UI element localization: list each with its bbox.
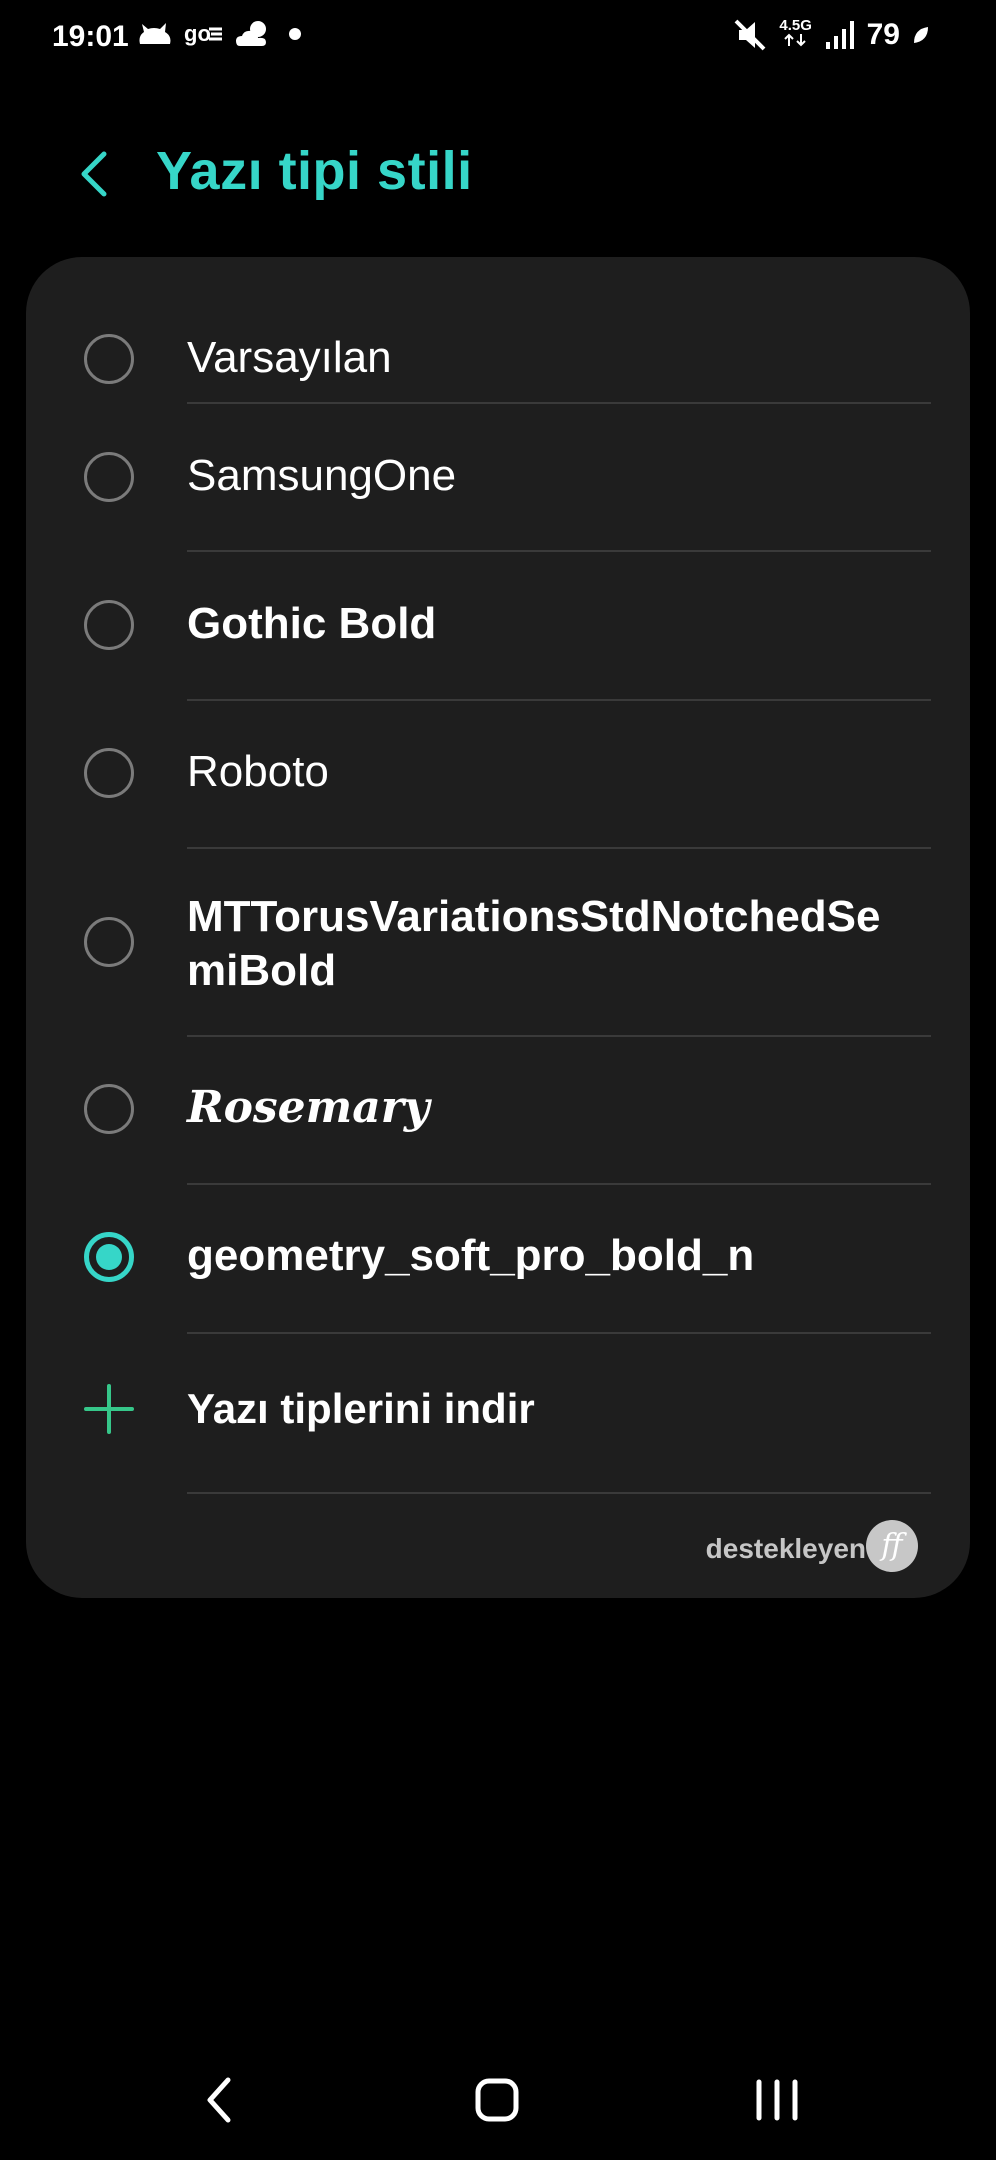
status-right-icons: 4.5G 79	[733, 18, 930, 52]
nav-back-button[interactable]	[180, 2060, 260, 2140]
plus-icon	[84, 1384, 134, 1434]
nav-back-icon	[207, 2077, 231, 2123]
font-label: Gothic Bold	[187, 599, 437, 648]
network-indicator: 4.5G	[779, 16, 813, 52]
page-title: Yazı tipi stili	[156, 141, 473, 201]
list-item-font-gothic-bold[interactable]: Gothic Bold	[26, 553, 970, 699]
font-label: Varsayılan	[187, 333, 392, 382]
nav-recents-icon	[756, 2079, 798, 2121]
status-bar: 19:01 go 4.5G 79	[0, 0, 996, 78]
radio-button[interactable]	[84, 748, 134, 798]
divider	[187, 550, 931, 552]
weather-icon	[236, 21, 266, 46]
status-left-icons: go	[136, 18, 306, 50]
list-item-font-mttorus[interactable]: MTTorusVariationsStdNotchedSe miBold	[26, 849, 970, 1035]
list-item-font-samsungone[interactable]: SamsungOne	[26, 405, 970, 551]
ff-logo[interactable]: ff	[866, 1520, 918, 1572]
font-label: geometry_soft_pro_bold_n	[187, 1231, 755, 1280]
radio-button[interactable]	[84, 917, 134, 967]
radio-button-selected[interactable]	[84, 1232, 134, 1282]
svg-text:go: go	[184, 21, 211, 46]
list-item-font-geometry-soft-pro[interactable]: geometry_soft_pro_bold_n	[26, 1185, 970, 1331]
chevron-left-icon	[81, 151, 107, 197]
download-fonts-label: Yazı tiplerini indir	[187, 1385, 535, 1432]
battery-level: 79	[866, 18, 900, 51]
nav-home-icon	[475, 2078, 519, 2122]
download-fonts-item[interactable]: Yazı tiplerini indir	[26, 1334, 970, 1492]
divider	[187, 402, 931, 404]
nav-recents-button[interactable]	[737, 2060, 817, 2140]
list-item-font-rosemary[interactable]: Rosemary	[26, 1037, 970, 1183]
divider	[187, 1492, 931, 1494]
mute-icon	[734, 19, 766, 51]
cat-icon	[139, 23, 171, 44]
radio-button[interactable]	[84, 600, 134, 650]
back-button[interactable]	[70, 146, 126, 202]
font-style-list: Varsayılan SamsungOne Gothic Bold Roboto…	[26, 257, 970, 1598]
radio-button[interactable]	[84, 452, 134, 502]
app-header: Yazı tipi stili	[0, 130, 996, 220]
leaf-icon	[914, 27, 928, 43]
radio-button[interactable]	[84, 1084, 134, 1134]
font-label: MTTorusVariationsStdNotchedSe miBold	[187, 892, 881, 995]
nav-home-button[interactable]	[457, 2060, 537, 2140]
credit-text: destekleyen	[705, 1533, 866, 1564]
data-arrows-icon	[783, 33, 806, 46]
list-item-font-roboto[interactable]: Roboto	[26, 701, 970, 847]
font-label: Roboto	[187, 747, 329, 796]
network-type: 4.5G	[779, 16, 812, 34]
list-item-font-varsayilan[interactable]: Varsayılan	[26, 287, 970, 405]
navigation-bar	[0, 2060, 996, 2140]
signal-icon	[825, 21, 854, 49]
font-label: Rosemary	[187, 1082, 430, 1133]
font-label: SamsungOne	[187, 451, 457, 500]
dot-icon	[289, 28, 301, 40]
status-time: 19:01	[52, 20, 129, 53]
radio-button[interactable]	[84, 334, 134, 384]
go-icon: go	[184, 21, 222, 46]
